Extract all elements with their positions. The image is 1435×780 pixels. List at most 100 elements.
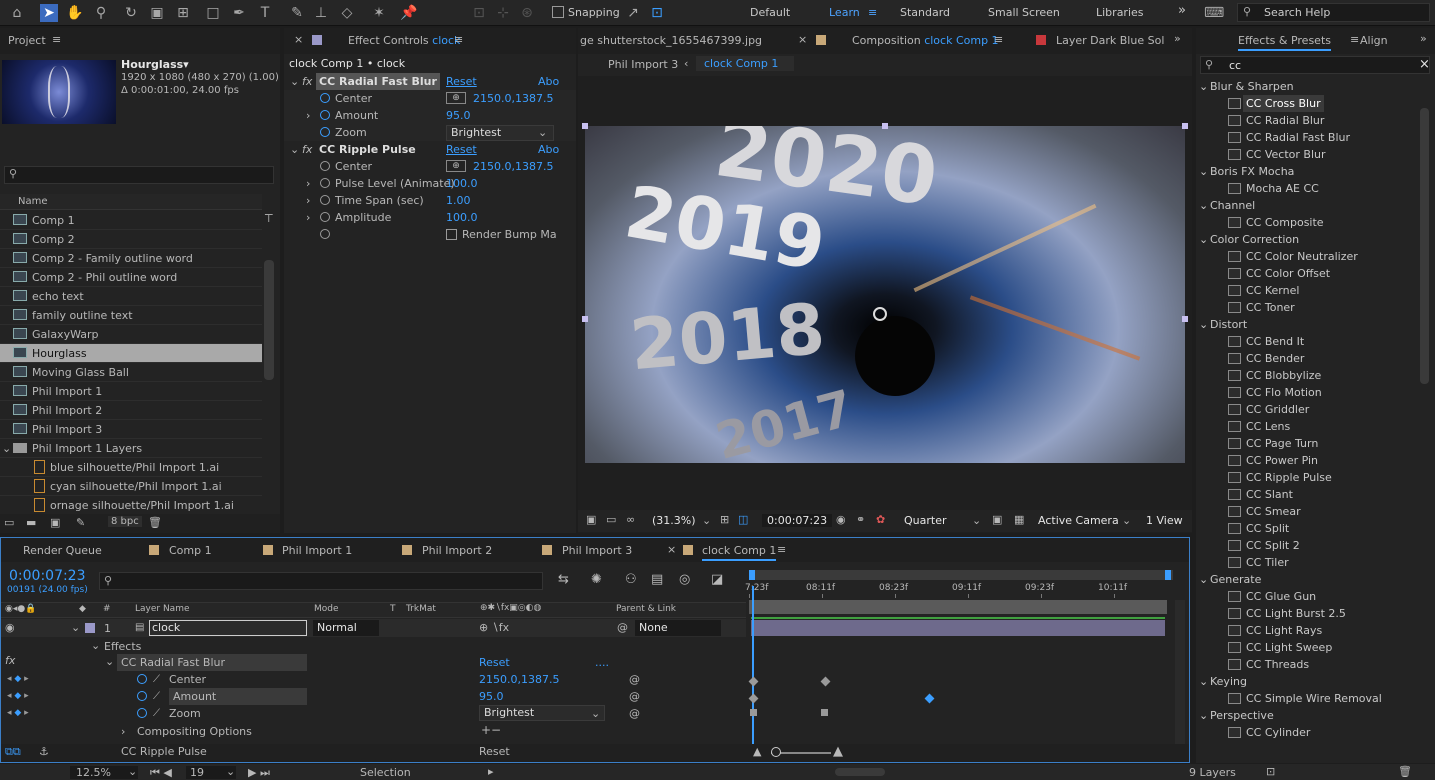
monitor-icon[interactable]: ▭ — [606, 513, 616, 526]
project-item[interactable]: Comp 1 — [0, 211, 262, 230]
new-folder-icon[interactable]: ▬ — [26, 516, 36, 529]
breadcrumb-item[interactable]: Phil Import 3 — [608, 58, 678, 71]
panel-menu-icon[interactable]: ≡ — [1350, 33, 1359, 46]
effects-search-input[interactable]: ⚲ cc × — [1200, 56, 1430, 74]
keyframe-diamond-icon[interactable]: ◆ — [14, 708, 21, 718]
timeline-timecode[interactable]: 0:00:07:23 — [9, 568, 86, 584]
phil-import3-tab[interactable]: Phil Import 3 — [562, 544, 632, 557]
effects-scrollbar[interactable] — [1420, 108, 1429, 384]
chevron-down-icon[interactable]: ⌄ — [538, 124, 547, 141]
chevron-right-icon[interactable]: ▸ — [488, 765, 494, 778]
delete-icon[interactable]: 🗑 — [1398, 765, 1412, 778]
layer-name-field[interactable]: clock — [149, 620, 307, 636]
keyframe-navigator-icon[interactable]: ◂ ◆ ▸ — [7, 671, 29, 688]
effects-category-label[interactable]: Channel — [1210, 197, 1255, 214]
stopwatch-icon[interactable] — [320, 161, 330, 171]
chevron-down-icon[interactable]: ⌄ — [1199, 571, 1208, 588]
chevron-down-icon[interactable]: ⌄ — [702, 514, 711, 527]
close-tab-icon[interactable]: × — [667, 543, 676, 556]
effect-item-label[interactable]: CC Color Offset — [1246, 265, 1330, 282]
project-item[interactable]: Phil Import 2 — [0, 401, 262, 420]
timeline-search-input[interactable]: ⚲ — [99, 572, 543, 590]
workspace-small-screen[interactable]: Small Screen — [988, 6, 1060, 19]
fx-icon[interactable]: fx — [302, 141, 312, 158]
chevron-down-icon[interactable]: ⌄ — [1122, 514, 1131, 527]
effect-item[interactable]: CC Ripple Pulse — [1196, 469, 1418, 486]
render-time-icon[interactable]: ⚓ — [39, 745, 49, 758]
effect-item[interactable]: CC Smear — [1196, 503, 1418, 520]
timeline-property-row[interactable]: ◂ ◆ ▸ ⟋ Zoom Brightest ⌄ @ — [1, 705, 746, 722]
chevron-down-icon[interactable]: ⌄ — [1199, 78, 1208, 95]
region-of-interest-icon[interactable]: ◫ — [738, 513, 748, 526]
effect-item[interactable]: CC Glue Gun — [1196, 588, 1418, 605]
effects-category[interactable]: ⌄ Blur & Sharpen — [1196, 78, 1418, 95]
clone-stamp-tool-icon[interactable]: ⊥ — [312, 4, 330, 22]
magnification-dropdown[interactable]: (31.3%) — [652, 514, 696, 527]
effect-item-label[interactable]: CC Light Sweep — [1246, 639, 1332, 656]
bpc-button[interactable]: 8 bpc — [108, 516, 142, 527]
shy-layers-icon[interactable]: ⚇ — [625, 572, 637, 587]
selection-tool-icon[interactable]: ➤ — [40, 4, 58, 22]
stopwatch-icon[interactable] — [137, 708, 147, 718]
breadcrumb-current[interactable]: clock Comp 1 — [696, 56, 794, 71]
effects-category-label[interactable]: Blur & Sharpen — [1210, 78, 1294, 95]
motion-blur-icon[interactable]: ◎ — [679, 572, 690, 587]
zoom-in-icon[interactable]: ▲ — [833, 744, 843, 759]
eye-icon[interactable]: ◉ — [5, 621, 15, 634]
pickwhip-icon[interactable]: @ — [617, 621, 628, 634]
effect-property-value[interactable]: 1.00 — [446, 192, 471, 209]
transparency-grid-icon[interactable]: ▦ — [1014, 513, 1024, 526]
effect-controls-tab[interactable]: Effect Controls clock — [348, 34, 460, 47]
snapping-checkbox[interactable] — [552, 6, 564, 18]
effect-item[interactable]: CC Flo Motion — [1196, 384, 1418, 401]
phil-import1-tab[interactable]: Phil Import 1 — [282, 544, 352, 557]
effect-item[interactable]: CC Color Neutralizer — [1196, 248, 1418, 265]
rectangle-tool-icon[interactable]: □ — [204, 4, 222, 22]
effect-item-label[interactable]: CC Power Pin — [1246, 452, 1318, 469]
expression-pickwhip-icon[interactable]: @ — [629, 671, 640, 688]
parent-dropdown[interactable]: None — [635, 620, 721, 636]
effect-item[interactable]: CC Light Rays — [1196, 622, 1418, 639]
effect-item[interactable]: CC Threads — [1196, 656, 1418, 673]
effect-property-value[interactable]: 100.0 — [446, 175, 478, 192]
effect-name[interactable]: CC Radial Fast Blur — [316, 73, 440, 90]
stopwatch-icon[interactable] — [320, 127, 330, 137]
vr-glasses-icon[interactable]: ∞ — [626, 513, 635, 526]
chevron-down-icon[interactable]: ⌄ — [1199, 163, 1208, 180]
chevron-down-icon[interactable]: ⌄ — [1199, 673, 1208, 690]
timeline-property-row[interactable]: ◂ ◆ ▸ ⟋ Center 2150.0,1387.5 @ — [1, 671, 746, 688]
stopwatch-icon[interactable] — [320, 212, 330, 222]
target-crosshair-icon[interactable]: ⊕ — [446, 160, 466, 172]
zoom-out-icon[interactable]: ▲ — [753, 745, 761, 758]
effect-reset-button[interactable]: Reset — [446, 73, 477, 90]
panel-menu-icon[interactable]: ≡ — [454, 33, 463, 46]
chevron-down-icon[interactable]: ⌄ — [91, 639, 100, 652]
project-item[interactable]: Phil Import 3 — [0, 420, 262, 439]
effect-item[interactable]: CC Simple Wire Removal — [1196, 690, 1418, 707]
effect-property-row[interactable]: Center ⊕ 2150.0,1387.5 — [284, 158, 576, 175]
effect-item-label[interactable]: CC Simple Wire Removal — [1246, 690, 1382, 707]
chevron-down-icon[interactable]: ⌄ — [972, 514, 981, 527]
effect-item-label[interactable]: CC Radial Fast Blur — [1246, 129, 1350, 146]
more-workspaces-icon[interactable]: » — [1178, 3, 1186, 18]
chevron-right-icon[interactable]: › — [306, 175, 310, 192]
time-ruler[interactable]: 7:23f 08:11f 08:23f 09:11f 09:23f 10:11f — [745, 580, 1173, 598]
timeline-property-name[interactable]: Amount — [169, 688, 307, 705]
effect-item[interactable]: CC Blobbylize — [1196, 367, 1418, 384]
effects-category[interactable]: ⌄ Generate — [1196, 571, 1418, 588]
effects-category-label[interactable]: Boris FX Mocha — [1210, 163, 1294, 180]
effect-item[interactable]: CC Lens — [1196, 418, 1418, 435]
stopwatch-icon[interactable] — [320, 110, 330, 120]
effect-item-label[interactable]: CC Light Rays — [1246, 622, 1322, 639]
snap-edges-icon[interactable]: ↗ — [624, 4, 642, 22]
compositing-options-label[interactable]: Compositing Options — [137, 725, 252, 738]
effect-item-label[interactable]: CC Bend It — [1246, 333, 1304, 350]
draft-3d-icon[interactable]: ✺ — [591, 572, 602, 587]
layer-handle[interactable] — [1182, 123, 1188, 129]
footage-tab[interactable]: ge shutterstock_1655467399.jpg — [580, 34, 762, 47]
effect-item-label[interactable]: CC Tiler — [1246, 554, 1289, 571]
panel-menu-icon[interactable]: ≡ — [777, 543, 786, 556]
brush-tool-icon[interactable]: ✎ — [288, 4, 306, 22]
phil-import2-tab[interactable]: Phil Import 2 — [422, 544, 492, 557]
more-tabs-icon[interactable]: » — [1174, 32, 1181, 45]
